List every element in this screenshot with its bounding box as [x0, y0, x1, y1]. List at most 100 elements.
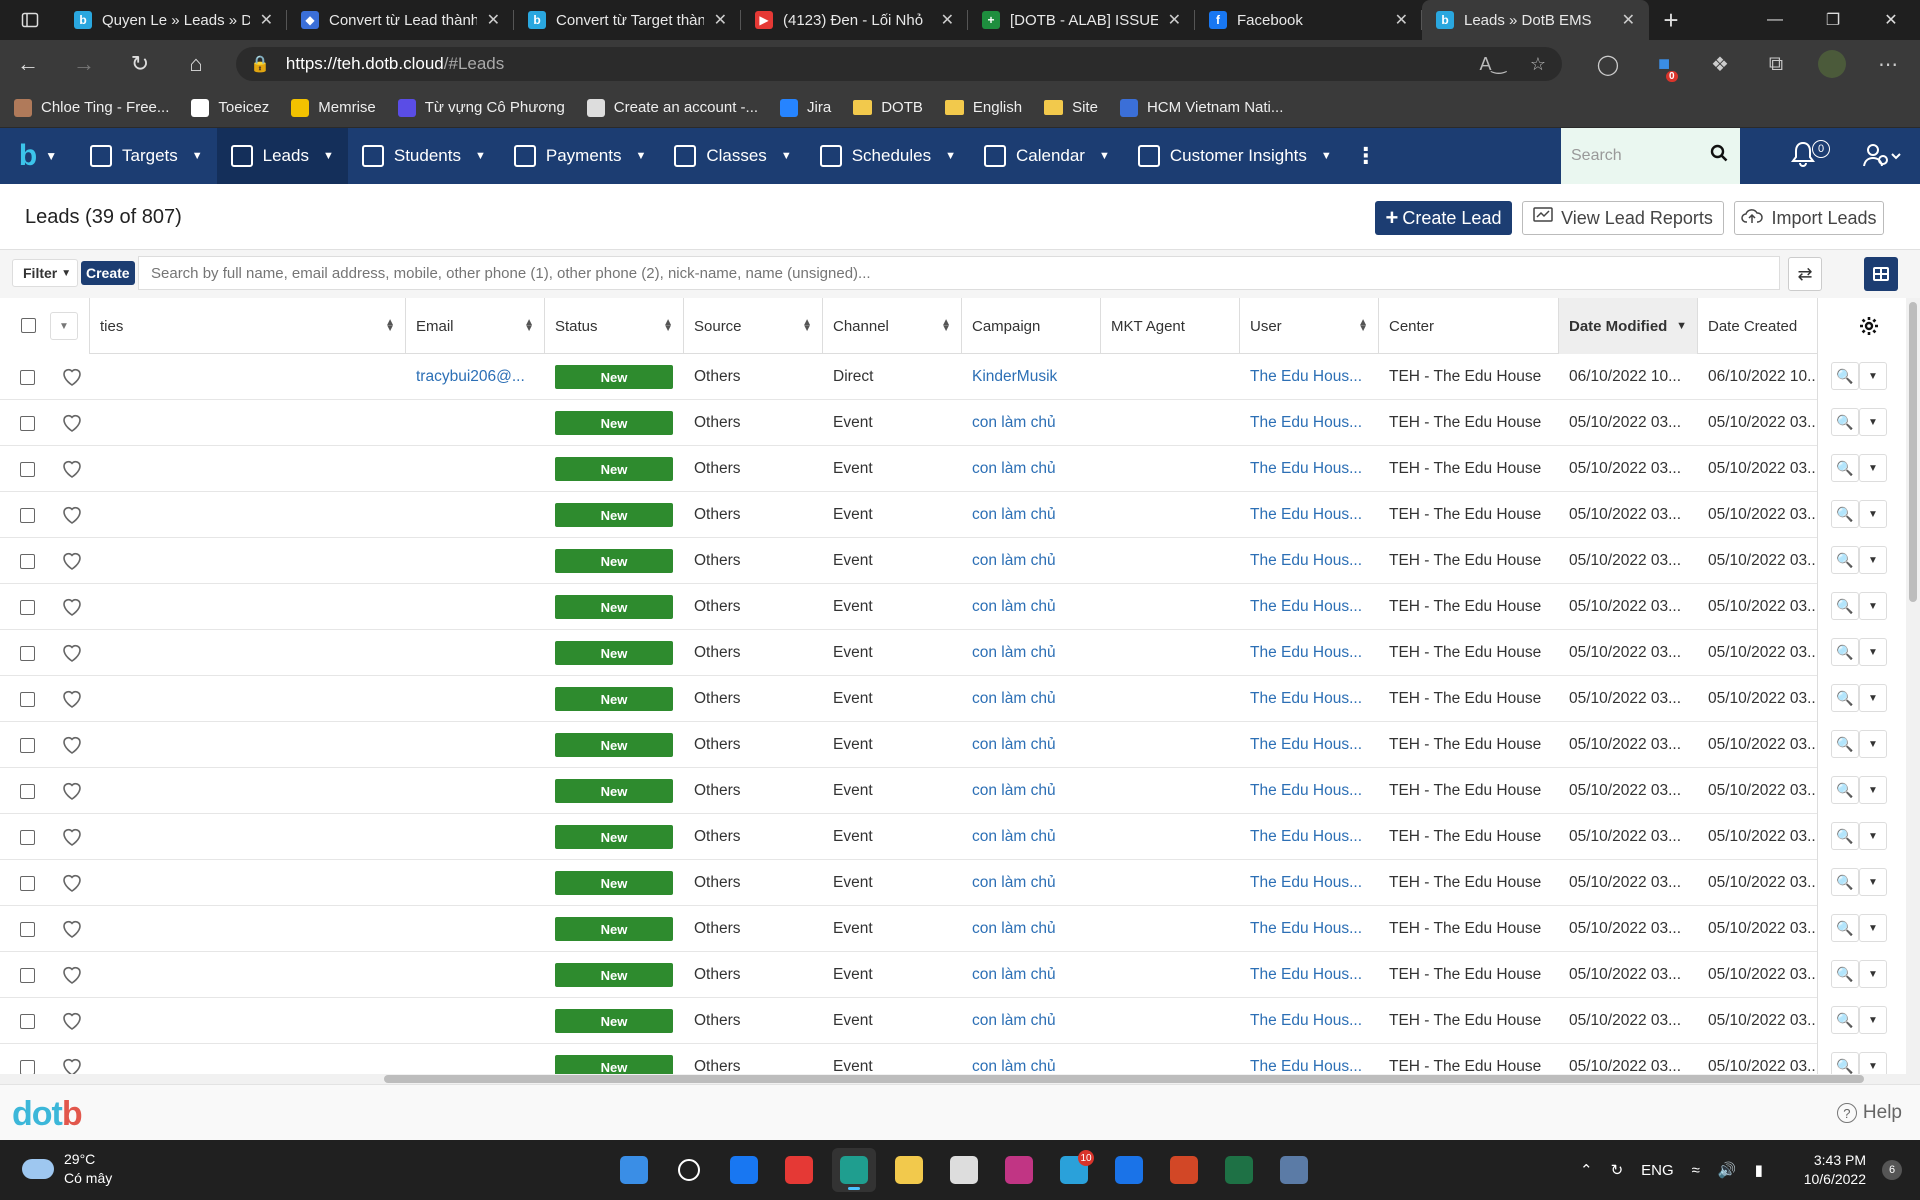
bookmark-item[interactable]: Jira — [780, 98, 831, 117]
row-checkbox[interactable] — [20, 784, 35, 799]
column-source[interactable]: Source ▲ ▼ — [684, 298, 823, 354]
tab-close-icon[interactable]: ✕ — [1395, 10, 1408, 30]
row-action-dropdown[interactable]: ▼ — [1859, 546, 1887, 574]
taskbar-edge-icon[interactable] — [832, 1148, 876, 1192]
favorite-heart-icon[interactable] — [61, 964, 83, 986]
preview-magnifier-icon[interactable]: 🔍 — [1831, 592, 1859, 620]
favorite-heart-icon[interactable] — [61, 1056, 83, 1076]
extension-shield-icon[interactable]: ■ 0 — [1636, 53, 1692, 82]
campaign-link[interactable]: con làm chủ — [972, 966, 1056, 984]
taskbar-powerpoint-icon[interactable] — [1162, 1148, 1206, 1192]
close-window-icon[interactable]: ✕ — [1862, 0, 1920, 40]
row-checkbox[interactable] — [20, 968, 35, 983]
clock[interactable]: 3:43 PM 10/6/2022 — [1796, 1151, 1866, 1189]
favorite-star-icon[interactable]: ☆ — [1530, 54, 1546, 75]
table-row[interactable]: New Others Event con làm chủ The Edu Hous...… — [0, 1044, 1920, 1076]
browser-tab[interactable]: b Quyen Le » Leads » DotB EMS ✕ — [60, 0, 287, 40]
campaign-link[interactable]: con làm chủ — [972, 552, 1056, 570]
taskbar-telegram-icon[interactable]: 10 — [1052, 1148, 1096, 1192]
volume-icon[interactable]: 🔊 — [1718, 1161, 1737, 1179]
user-link[interactable]: The Edu Hous... — [1250, 552, 1362, 570]
help-link[interactable]: ? Help — [1836, 1102, 1902, 1124]
sort-icon[interactable]: ▲ ▼ — [524, 318, 534, 334]
favorite-heart-icon[interactable] — [61, 918, 83, 940]
list-search-input[interactable] — [138, 256, 1780, 290]
favorite-heart-icon[interactable] — [61, 872, 83, 894]
taskbar-file-explorer-icon[interactable] — [887, 1148, 931, 1192]
vertical-scroll-thumb[interactable] — [1909, 302, 1917, 602]
email-link[interactable]: tracybui206@... — [416, 368, 525, 386]
notification-center-count[interactable]: 6 — [1882, 1160, 1902, 1180]
table-row[interactable]: tracybui206@... New Others Direct KinderMusi… — [0, 354, 1920, 400]
sort-icon[interactable]: ▲ ▼ — [385, 318, 395, 334]
row-checkbox[interactable] — [20, 462, 35, 477]
browser-tab[interactable]: ▶ (4123) Đen - Lối Nhỏ ✕ — [741, 0, 968, 40]
sort-icon[interactable]: ▲ ▼ — [802, 318, 812, 334]
horizontal-scrollbar[interactable] — [0, 1074, 1920, 1084]
language-indicator[interactable]: ENG — [1641, 1162, 1674, 1179]
column-channel[interactable]: Channel ▲ ▼ — [823, 298, 962, 354]
bookmark-item[interactable]: Site — [1044, 99, 1098, 116]
row-action-dropdown[interactable]: ▼ — [1859, 592, 1887, 620]
row-action-dropdown[interactable]: ▼ — [1859, 684, 1887, 712]
preview-magnifier-icon[interactable]: 🔍 — [1831, 1006, 1859, 1034]
preview-magnifier-icon[interactable]: 🔍 — [1831, 730, 1859, 758]
nav-item-classes[interactable]: Classes ▼ — [660, 128, 805, 184]
lock-icon[interactable]: 🔒 — [250, 54, 270, 74]
row-action-dropdown[interactable]: ▼ — [1859, 960, 1887, 988]
column-user[interactable]: User ▲ ▼ — [1240, 298, 1379, 354]
preview-magnifier-icon[interactable]: 🔍 — [1831, 362, 1859, 390]
more-menu-icon[interactable]: ⋮ — [1346, 143, 1386, 169]
extension-compass-icon[interactable]: ◯ — [1580, 52, 1636, 77]
preview-magnifier-icon[interactable]: 🔍 — [1831, 546, 1859, 574]
row-checkbox[interactable] — [20, 508, 35, 523]
campaign-link[interactable]: con làm chủ — [972, 598, 1056, 616]
sync-icon[interactable]: ↻ — [1611, 1161, 1624, 1179]
favorite-heart-icon[interactable] — [61, 504, 83, 526]
nav-item-calendar[interactable]: Calendar ▼ — [970, 128, 1124, 184]
filter-dropdown[interactable]: Filter ▼ — [12, 259, 79, 287]
wifi-icon[interactable]: ≈ — [1692, 1162, 1700, 1179]
view-lead-reports-button[interactable]: View Lead Reports — [1522, 201, 1724, 235]
notifications-bell-icon[interactable]: 0 — [1790, 140, 1830, 172]
row-action-dropdown[interactable]: ▼ — [1859, 454, 1887, 482]
row-checkbox[interactable] — [20, 370, 35, 385]
row-checkbox[interactable] — [20, 646, 35, 661]
column-mkt-agent[interactable]: MKT Agent — [1101, 298, 1240, 354]
profile-avatar[interactable] — [1804, 50, 1860, 78]
minimize-icon[interactable]: — — [1746, 0, 1804, 40]
nav-item-schedules[interactable]: Schedules ▼ — [806, 128, 970, 184]
preview-magnifier-icon[interactable]: 🔍 — [1831, 868, 1859, 896]
favorite-heart-icon[interactable] — [61, 1010, 83, 1032]
row-checkbox[interactable] — [20, 876, 35, 891]
favorite-heart-icon[interactable] — [61, 688, 83, 710]
row-action-dropdown[interactable]: ▼ — [1859, 362, 1887, 390]
global-search-input[interactable]: Search — [1561, 128, 1740, 184]
taskbar-wikipedia-icon[interactable] — [942, 1148, 986, 1192]
tab-close-icon[interactable]: ✕ — [941, 10, 954, 30]
row-checkbox[interactable] — [20, 738, 35, 753]
browser-tab[interactable]: + [DOTB - ALAB] ISSUE LIST ✕ — [968, 0, 1195, 40]
favorite-heart-icon[interactable] — [61, 734, 83, 756]
column-settings-gear-icon[interactable] — [1817, 298, 1920, 354]
nav-item-students[interactable]: Students ▼ — [348, 128, 500, 184]
collections-icon[interactable]: ⧉ — [1748, 53, 1804, 76]
preview-magnifier-icon[interactable]: 🔍 — [1831, 822, 1859, 850]
select-all-checkbox[interactable] — [21, 318, 36, 333]
bookmark-item[interactable]: HCM Vietnam Nati... — [1119, 98, 1283, 117]
user-link[interactable]: The Edu Hous... — [1250, 644, 1362, 662]
row-checkbox[interactable] — [20, 416, 35, 431]
user-link[interactable]: The Edu Hous... — [1250, 782, 1362, 800]
column-status[interactable]: Status ▲ ▼ — [545, 298, 684, 354]
preview-magnifier-icon[interactable]: 🔍 — [1831, 684, 1859, 712]
favorite-heart-icon[interactable] — [61, 596, 83, 618]
table-row[interactable]: New Others Event con làm chủ The Edu Hous...… — [0, 814, 1920, 860]
user-link[interactable]: The Edu Hous... — [1250, 920, 1362, 938]
preview-magnifier-icon[interactable]: 🔍 — [1831, 960, 1859, 988]
user-link[interactable]: The Edu Hous... — [1250, 414, 1362, 432]
row-checkbox[interactable] — [20, 1060, 35, 1075]
table-row[interactable]: New Others Event con làm chủ The Edu Hous...… — [0, 400, 1920, 446]
campaign-link[interactable]: con làm chủ — [972, 920, 1056, 938]
user-settings-icon[interactable] — [1862, 142, 1908, 176]
column-campaign[interactable]: Campaign — [962, 298, 1101, 354]
